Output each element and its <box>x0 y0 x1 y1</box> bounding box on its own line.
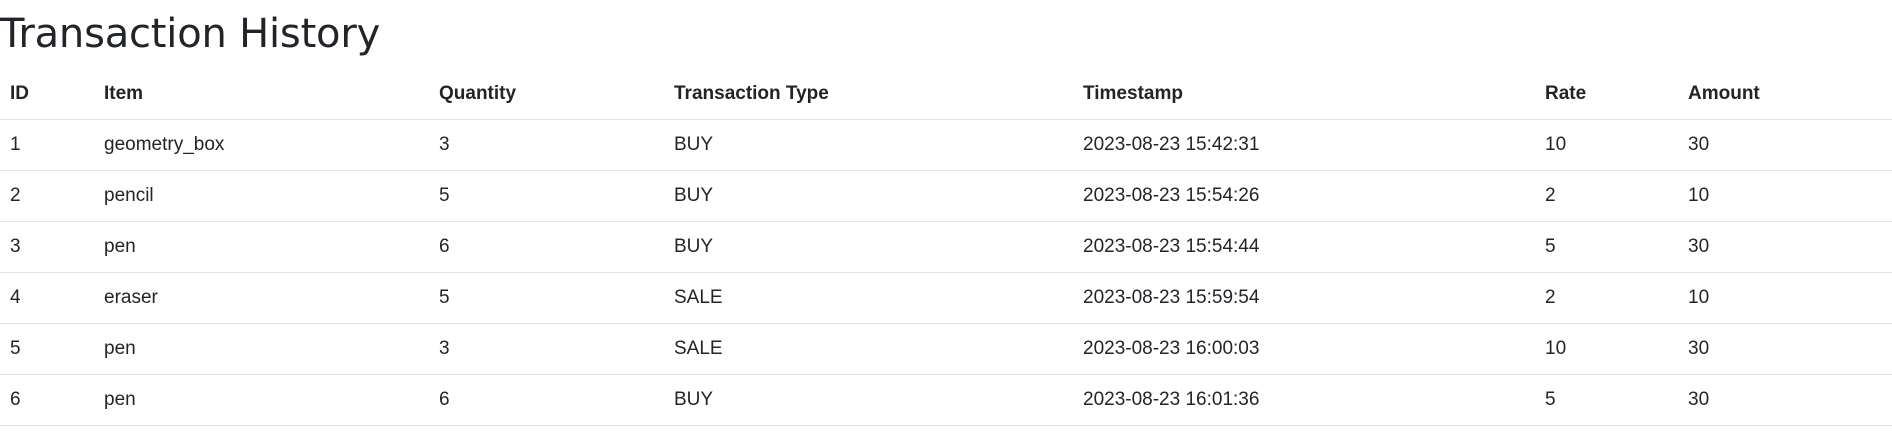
column-header-quantity: Quantity <box>429 69 664 120</box>
table-row: 1 geometry_box 3 BUY 2023-08-23 15:42:31… <box>0 119 1892 171</box>
cell-transaction-type: BUY <box>664 374 1073 426</box>
table-header-row: ID Item Quantity Transaction Type Timest… <box>0 69 1892 120</box>
table-row: 3 pen 6 BUY 2023-08-23 15:54:44 5 30 <box>0 221 1892 273</box>
cell-id: 3 <box>0 221 94 273</box>
cell-timestamp: 2023-08-23 15:54:44 <box>1073 221 1535 273</box>
table-row: 5 pen 3 SALE 2023-08-23 16:00:03 10 30 <box>0 323 1892 375</box>
cell-timestamp: 2023-08-23 16:00:03 <box>1073 323 1535 375</box>
cell-timestamp: 2023-08-23 15:42:31 <box>1073 119 1535 171</box>
cell-timestamp: 2023-08-23 16:01:36 <box>1073 374 1535 426</box>
cell-amount: 30 <box>1678 221 1892 273</box>
cell-item: geometry_box <box>94 119 429 171</box>
transaction-table: ID Item Quantity Transaction Type Timest… <box>0 69 1892 426</box>
column-header-timestamp: Timestamp <box>1073 69 1535 120</box>
cell-quantity: 3 <box>429 119 664 171</box>
column-header-amount: Amount <box>1678 69 1892 120</box>
table-row: 6 pen 6 BUY 2023-08-23 16:01:36 5 30 <box>0 374 1892 426</box>
cell-id: 1 <box>0 119 94 171</box>
cell-rate: 2 <box>1535 170 1678 222</box>
cell-quantity: 6 <box>429 221 664 273</box>
cell-amount: 30 <box>1678 374 1892 426</box>
cell-id: 6 <box>0 374 94 426</box>
cell-quantity: 3 <box>429 323 664 375</box>
cell-rate: 10 <box>1535 323 1678 375</box>
cell-item: pencil <box>94 170 429 222</box>
cell-id: 5 <box>0 323 94 375</box>
cell-amount: 30 <box>1678 119 1892 171</box>
cell-rate: 2 <box>1535 272 1678 324</box>
cell-transaction-type: SALE <box>664 272 1073 324</box>
cell-item: pen <box>94 323 429 375</box>
page: Transaction History ID Item Quantity Tra… <box>0 0 1892 446</box>
cell-rate: 5 <box>1535 221 1678 273</box>
cell-amount: 30 <box>1678 323 1892 375</box>
cell-quantity: 5 <box>429 272 664 324</box>
column-header-id: ID <box>0 69 94 120</box>
cell-amount: 10 <box>1678 170 1892 222</box>
table-header: ID Item Quantity Transaction Type Timest… <box>0 69 1892 120</box>
cell-id: 4 <box>0 272 94 324</box>
table-body: 1 geometry_box 3 BUY 2023-08-23 15:42:31… <box>0 119 1892 426</box>
column-header-rate: Rate <box>1535 69 1678 120</box>
cell-item: pen <box>94 221 429 273</box>
column-header-item: Item <box>94 69 429 120</box>
cell-rate: 10 <box>1535 119 1678 171</box>
cell-quantity: 6 <box>429 374 664 426</box>
cell-transaction-type: BUY <box>664 221 1073 273</box>
cell-transaction-type: SALE <box>664 323 1073 375</box>
column-header-transaction-type: Transaction Type <box>664 69 1073 120</box>
cell-item: pen <box>94 374 429 426</box>
cell-rate: 5 <box>1535 374 1678 426</box>
table-row: 4 eraser 5 SALE 2023-08-23 15:59:54 2 10 <box>0 272 1892 324</box>
cell-timestamp: 2023-08-23 15:59:54 <box>1073 272 1535 324</box>
cell-amount: 10 <box>1678 272 1892 324</box>
cell-transaction-type: BUY <box>664 170 1073 222</box>
page-title: Transaction History <box>0 11 381 57</box>
cell-timestamp: 2023-08-23 15:54:26 <box>1073 170 1535 222</box>
cell-quantity: 5 <box>429 170 664 222</box>
cell-transaction-type: BUY <box>664 119 1073 171</box>
cell-item: eraser <box>94 272 429 324</box>
table-row: 2 pencil 5 BUY 2023-08-23 15:54:26 2 10 <box>0 170 1892 222</box>
cell-id: 2 <box>0 170 94 222</box>
